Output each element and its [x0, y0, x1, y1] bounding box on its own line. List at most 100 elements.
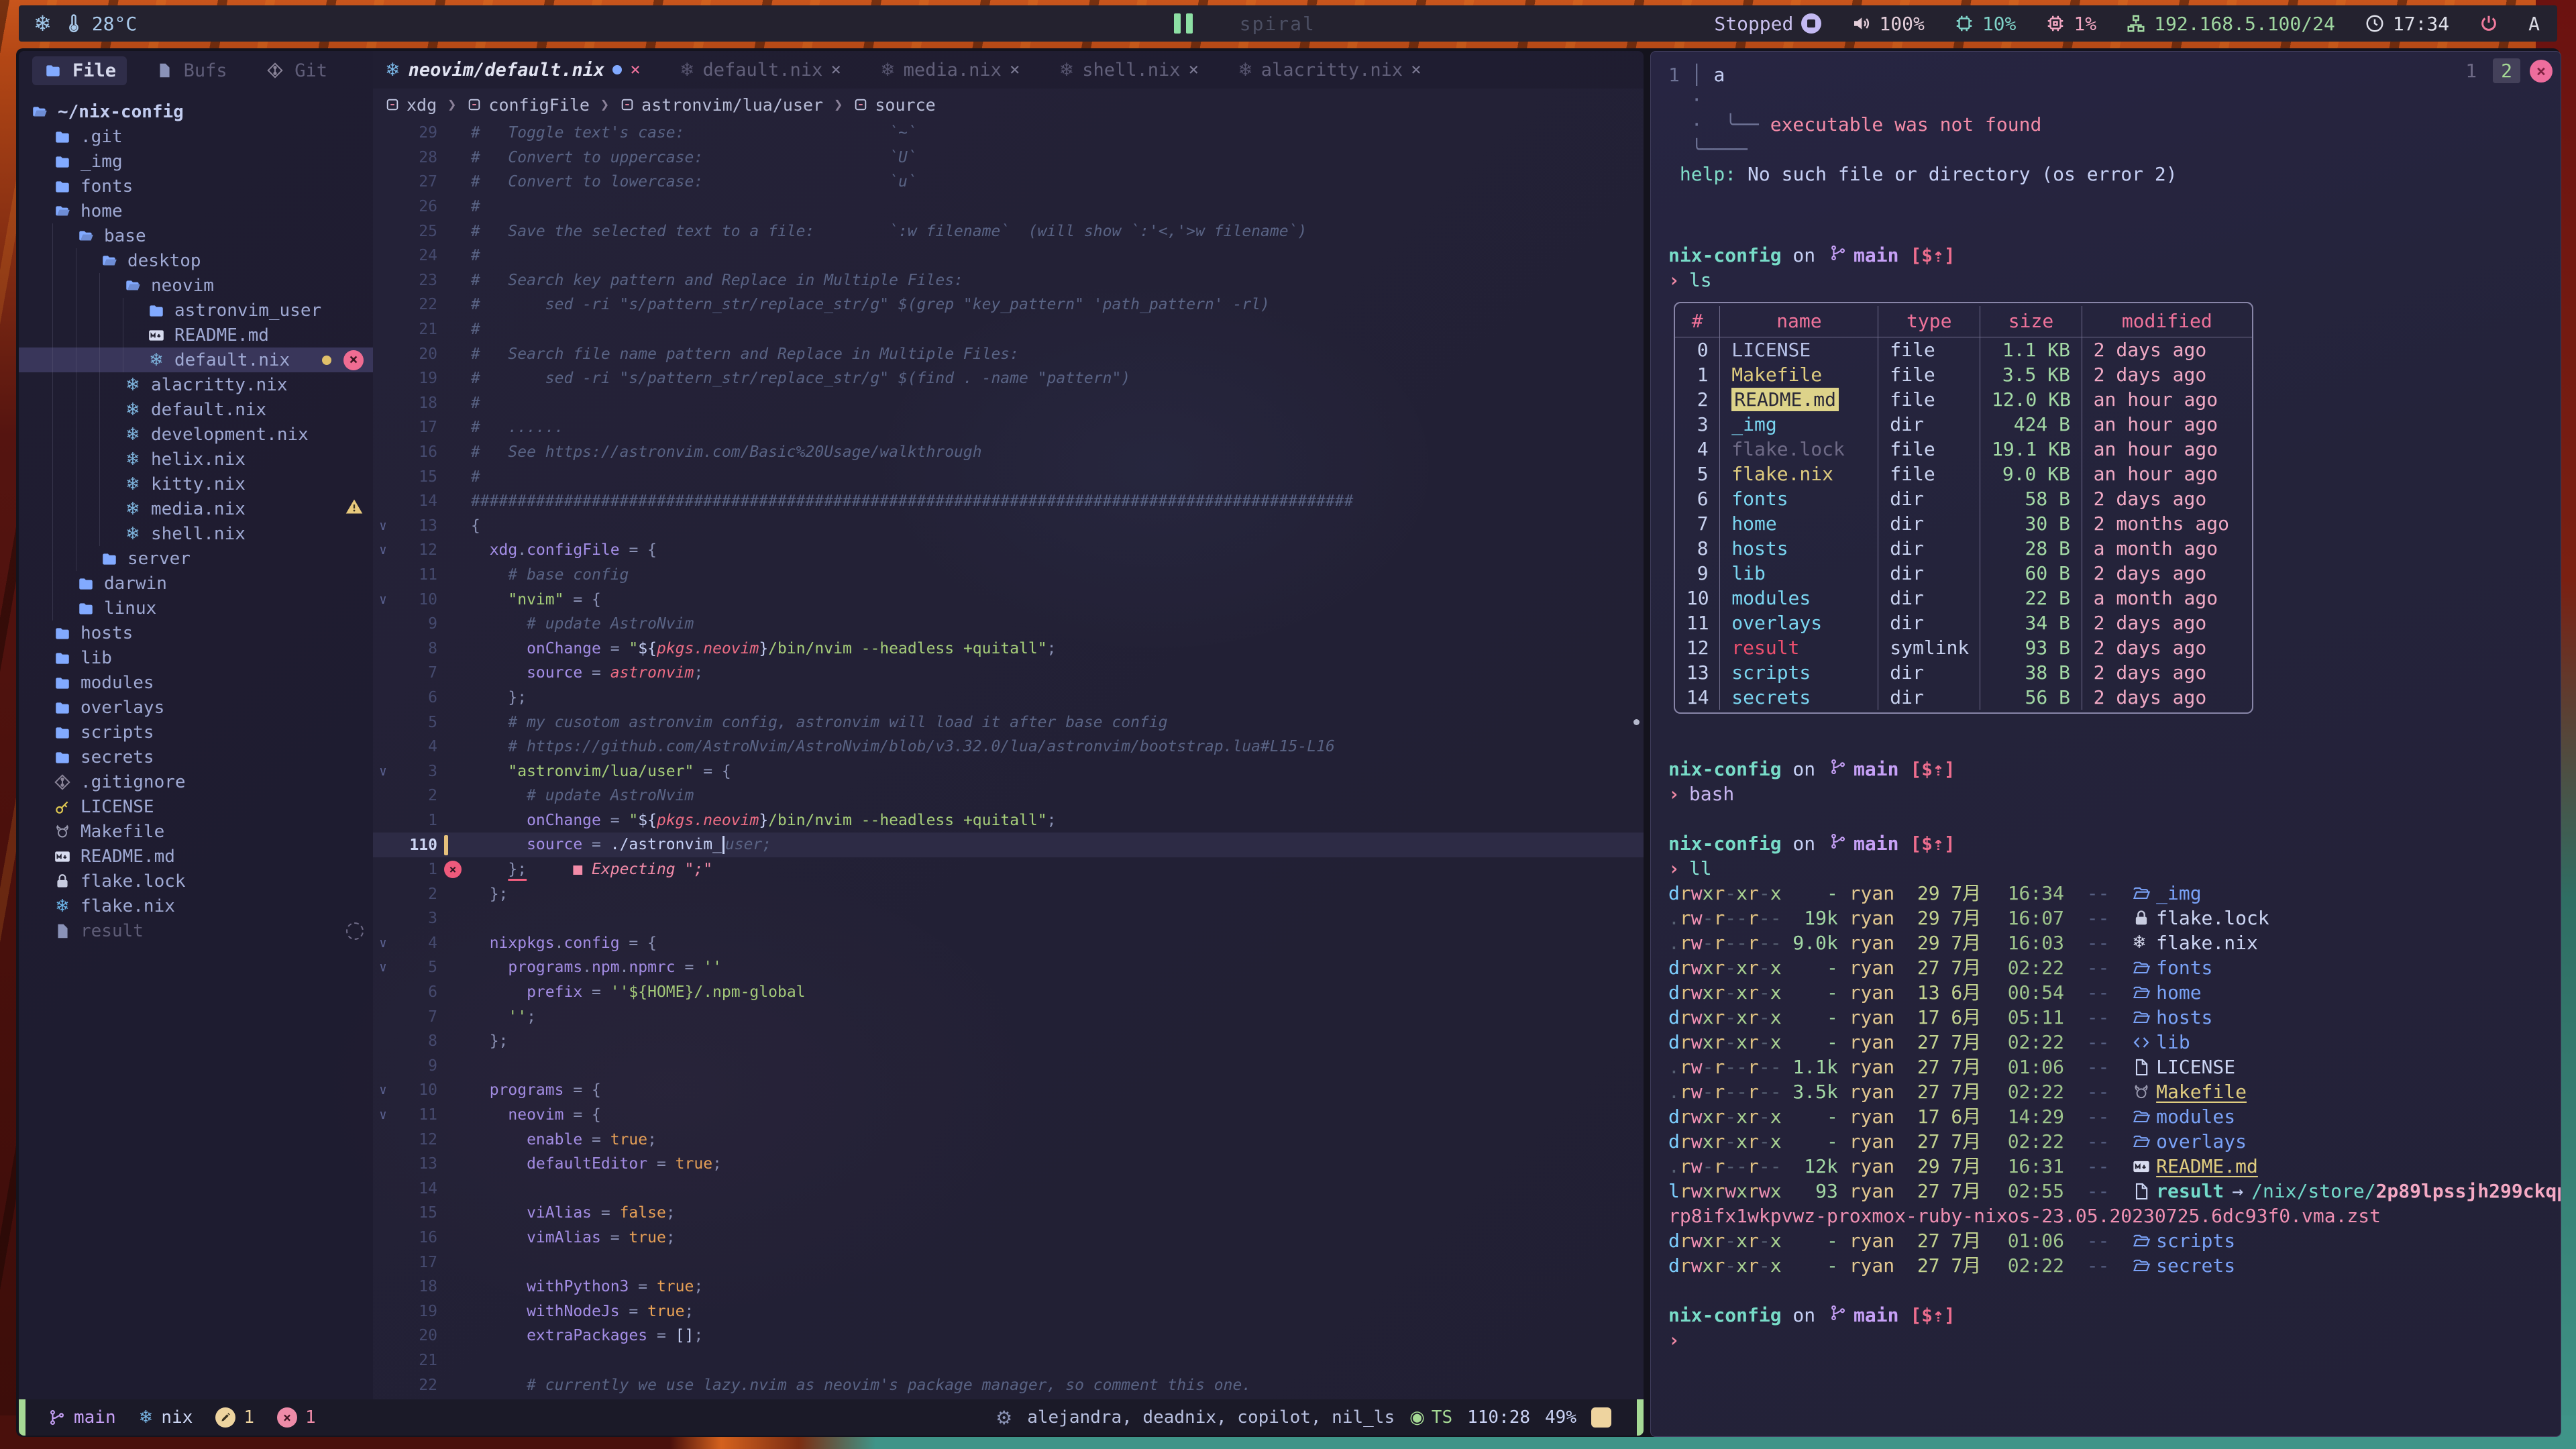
fold-chevron-icon[interactable]: ∨ [373, 1108, 393, 1122]
code-line[interactable]: 13 defaultEditor = true; [373, 1152, 1644, 1177]
power-button[interactable] [2479, 13, 2499, 34]
buffer-tab[interactable]: ❄default.nix× [680, 60, 841, 80]
code-line[interactable]: 3 [373, 906, 1644, 931]
error-count-segment[interactable]: × 1 [277, 1407, 316, 1428]
code-line[interactable]: 1× }; ■ Expecting ";" [373, 857, 1644, 882]
tree-item[interactable]: astronvim_user [19, 298, 373, 323]
code-line[interactable]: 15# [373, 464, 1644, 489]
code-line[interactable]: 12 enable = true; [373, 1127, 1644, 1152]
code-line[interactable]: ∨13{ [373, 514, 1644, 539]
tab-close-icon[interactable]: × [1010, 60, 1020, 80]
workspace-2[interactable]: 2 [2493, 58, 2520, 83]
fold-chevron-icon[interactable]: ∨ [373, 543, 393, 557]
code-line[interactable]: 19 withNodeJs = true; [373, 1299, 1644, 1324]
command-line[interactable]: › [1668, 1328, 2561, 1352]
code-line[interactable]: 19# sed -ri "s/pattern_str/replace_str/g… [373, 366, 1644, 391]
code-line[interactable]: 9 # update AstroNvim [373, 612, 1644, 637]
scrollbar-indicator[interactable] [1633, 719, 1640, 725]
tree-item[interactable]: neovim [19, 273, 373, 298]
code-line[interactable]: 16 vimAlias = true; [373, 1226, 1644, 1250]
code-line[interactable]: 4 # https://github.com/AstroNvim/AstroNv… [373, 735, 1644, 759]
tab-close-icon[interactable]: × [830, 60, 841, 80]
code-line[interactable]: ∨12 xdg.configFile = { [373, 538, 1644, 563]
code-line[interactable]: 16# See https://astronvim.com/Basic%20Us… [373, 440, 1644, 465]
tree-item[interactable]: linux [19, 596, 373, 621]
tree-item[interactable]: ❄kitty.nix [19, 472, 373, 496]
code-line[interactable]: 11 # base config [373, 563, 1644, 588]
tab-close-icon[interactable]: × [1189, 60, 1199, 80]
code-line[interactable]: 2 }; [373, 881, 1644, 906]
fold-chevron-icon[interactable]: ∨ [373, 592, 393, 607]
code-line[interactable]: 26# [373, 195, 1644, 219]
tree-item[interactable]: ❄helix.nix [19, 447, 373, 472]
code-line[interactable]: 9 [373, 1054, 1644, 1079]
tree-item[interactable]: Makefile [19, 819, 373, 844]
command-line[interactable]: ›bash [1668, 782, 2561, 806]
fold-chevron-icon[interactable]: ∨ [373, 764, 393, 779]
code-line[interactable]: 22# sed -ri "s/pattern_str/replace_str/g… [373, 292, 1644, 317]
command-line[interactable]: ›ll [1668, 856, 2561, 881]
network-widget[interactable]: 192.168.5.100/24 [2126, 13, 2335, 35]
code-editor[interactable]: 29# Toggle text's case: `~`28# Convert t… [373, 121, 1644, 1399]
code-line[interactable]: 25# Save the selected text to a file: `:… [373, 219, 1644, 244]
fold-chevron-icon[interactable]: ∨ [373, 519, 393, 533]
tree-item[interactable]: ❄development.nix [19, 422, 373, 447]
modified-count-segment[interactable]: 1 [215, 1407, 254, 1428]
code-line[interactable]: 7 source = astronvim; [373, 661, 1644, 686]
code-line[interactable]: 18 withPython3 = true; [373, 1275, 1644, 1299]
code-line[interactable]: 21 [373, 1348, 1644, 1373]
code-line[interactable]: ∨10 "nvim" = { [373, 587, 1644, 612]
code-line[interactable]: 23# Search key pattern and Replace in Mu… [373, 268, 1644, 293]
pause-icon[interactable] [1174, 13, 1193, 34]
tree-item[interactable]: result [19, 918, 373, 943]
breadcrumb-item[interactable]: xdg [385, 95, 437, 115]
code-line[interactable]: 18# [373, 391, 1644, 416]
code-line[interactable]: 17# ...... [373, 415, 1644, 440]
tree-item[interactable]: modules [19, 670, 373, 695]
sidebar-tab-bufs[interactable]: Bufs [144, 56, 238, 85]
code-line[interactable]: 6 }; [373, 686, 1644, 710]
tree-item[interactable]: _img [19, 149, 373, 174]
tree-item[interactable]: lib [19, 645, 373, 670]
tree-item[interactable]: flake.lock [19, 869, 373, 894]
tree-item[interactable]: base [19, 223, 373, 248]
tree-item[interactable]: ❄flake.nix [19, 894, 373, 918]
code-line[interactable]: 24# [373, 244, 1644, 268]
tree-item[interactable]: home [19, 199, 373, 223]
buffer-tab[interactable]: ❄shell.nix× [1059, 60, 1199, 80]
code-line[interactable]: 7 ''; [373, 1004, 1644, 1029]
code-line[interactable]: 29# Toggle text's case: `~` [373, 121, 1644, 146]
code-line[interactable]: 27# Convert to lowercase: `u` [373, 170, 1644, 195]
buffer-tab[interactable]: ❄neovim/default.nix× [385, 60, 641, 80]
tree-item[interactable]: darwin [19, 571, 373, 596]
tree-item[interactable]: ~/nix-config [19, 99, 373, 124]
tree-item[interactable]: ❄media.nix [19, 496, 373, 521]
sidebar-tab-git[interactable]: Git [254, 56, 338, 85]
code-line[interactable]: 14######################################… [373, 489, 1644, 514]
tree-item[interactable]: README.md [19, 323, 373, 347]
tree-item[interactable]: overlays [19, 695, 373, 720]
temperature-widget[interactable]: 28°C [64, 13, 137, 35]
code-line[interactable]: 20 extraPackages = []; [373, 1324, 1644, 1348]
fold-chevron-icon[interactable]: ∨ [373, 960, 393, 975]
tree-item[interactable]: hosts [19, 621, 373, 645]
tree-item[interactable]: secrets [19, 745, 373, 769]
code-line[interactable]: 17 [373, 1250, 1644, 1275]
tree-item[interactable]: scripts [19, 720, 373, 745]
code-line[interactable]: 110 source = ./astronvim_user; [373, 833, 1644, 857]
tree-item[interactable]: ❄shell.nix [19, 521, 373, 546]
git-branch-segment[interactable]: main [48, 1407, 116, 1428]
code-line[interactable]: ∨4 nixpkgs.config = { [373, 931, 1644, 956]
terminal-window[interactable]: 1 2 × 1 │ a · · ╰── executable was not f… [1650, 51, 2561, 1437]
code-line[interactable]: 1 onChange = "${pkgs.neovim}/bin/nvim --… [373, 808, 1644, 833]
fold-chevron-icon[interactable]: ∨ [373, 1083, 393, 1097]
code-line[interactable]: 5 # my cusotom astronvim config, astronv… [373, 710, 1644, 735]
clock-widget[interactable]: 17:34 [2365, 13, 2449, 35]
code-line[interactable]: 8 }; [373, 1029, 1644, 1054]
code-line[interactable]: 14 [373, 1177, 1644, 1201]
tree-item[interactable]: desktop [19, 248, 373, 273]
terminal-content[interactable]: 1 │ a · · ╰── executable was not found ╰… [1651, 52, 2561, 1436]
code-line[interactable]: 22 # currently we use lazy.nvim as neovi… [373, 1373, 1644, 1397]
volume-widget[interactable]: 100% [1851, 13, 1924, 35]
tree-item[interactable]: LICENSE [19, 794, 373, 819]
